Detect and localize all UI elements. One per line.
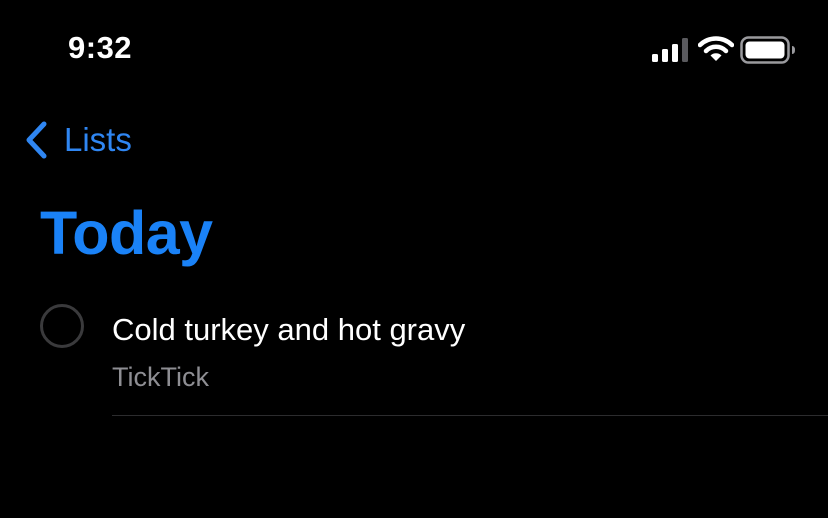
task-row[interactable]: Cold turkey and hot gravy TickTick [0, 296, 828, 418]
task-title[interactable]: Cold turkey and hot gravy [112, 312, 465, 348]
wifi-icon [698, 36, 734, 61]
status-bar: 9:32 [0, 0, 828, 100]
page-title: Today [40, 199, 213, 267]
status-time: 9:32 [68, 30, 133, 65]
task-list-name: TickTick [112, 362, 209, 392]
task-complete-checkbox[interactable] [40, 304, 84, 348]
task-divider [112, 415, 828, 416]
chevron-left-icon [26, 121, 47, 159]
back-button-label: Lists [64, 121, 132, 158]
reminders-screen: 9:32 Lists Today Cold turkey and hot gra… [0, 0, 828, 518]
battery-icon [740, 36, 795, 64]
cellular-signal-icon [652, 38, 688, 62]
back-button[interactable]: Lists [22, 116, 132, 164]
